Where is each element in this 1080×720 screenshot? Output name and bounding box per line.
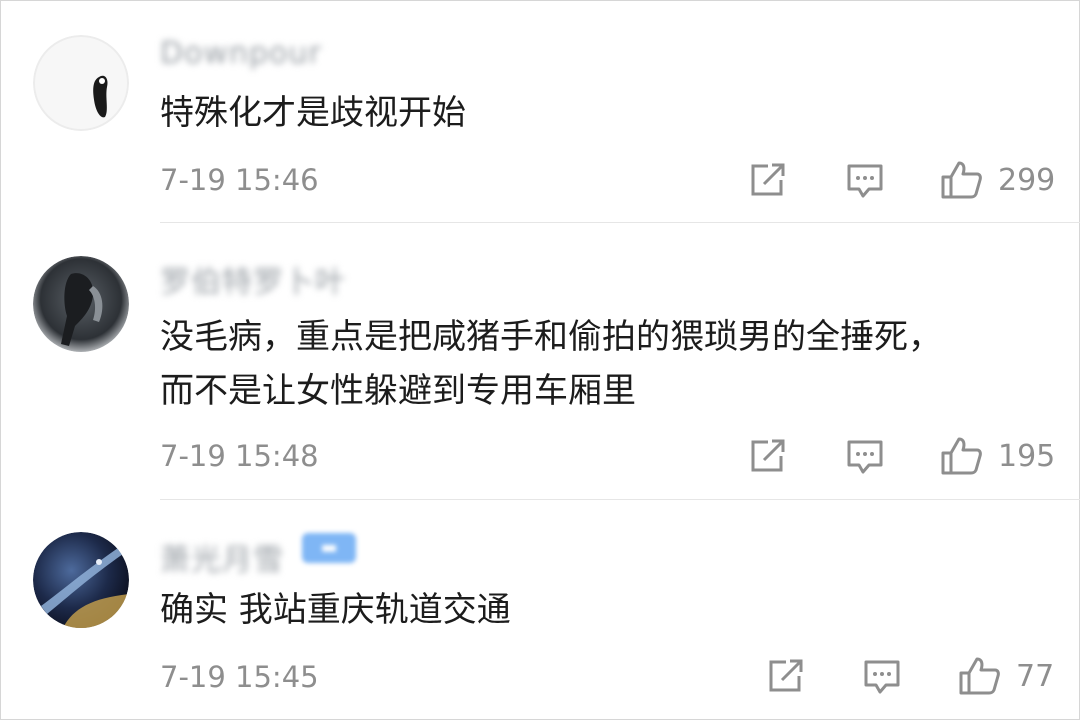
timestamp: 7-19 15:48 (160, 439, 319, 473)
comment-icon (847, 440, 883, 474)
vip-badge: ▬ (302, 533, 356, 563)
timestamp: 7-19 15:46 (160, 163, 319, 197)
comment-item: Downpour 特殊化才是歧视开始 7-19 15:46 299 (0, 0, 1080, 222)
username[interactable]: Downpour (160, 36, 322, 71)
comment-text: 特殊化才是歧视开始 (160, 86, 466, 140)
like-button[interactable]: 77 (958, 656, 1054, 696)
username[interactable]: 罗伯特罗卜叶 (160, 257, 346, 301)
like-count: 77 (1016, 658, 1055, 694)
username[interactable]: 萧光月雪 (160, 535, 284, 579)
share-icon (751, 163, 785, 196)
reply-button[interactable] (845, 162, 885, 200)
avatar[interactable] (33, 256, 129, 352)
comment-icon (847, 164, 883, 198)
comment-text-line: 没毛病，重点是把咸猪手和偷拍的猥琐男的全捶死， (160, 317, 942, 357)
like-button[interactable]: 195 (940, 436, 1055, 476)
like-count: 195 (998, 438, 1056, 474)
timestamp: 7-19 15:45 (160, 660, 319, 694)
comment-text-line: 确实 我站重庆轨道交通 (160, 590, 511, 630)
comment-icon (864, 660, 900, 694)
reply-button[interactable] (845, 438, 885, 476)
share-icon (769, 659, 803, 692)
comment-item: 萧光月雪 ▬ 确实 我站重庆轨道交通 7-19 15:45 77 (0, 500, 1080, 718)
like-button[interactable]: 299 (940, 160, 1055, 200)
comment-item: 罗伯特罗卜叶 没毛病，重点是把咸猪手和偷拍的猥琐男的全捶死， 而不是让女性躲避到… (0, 223, 1080, 499)
comment-text: 确实 我站重庆轨道交通 (160, 583, 511, 637)
comment-text-line: 特殊化才是歧视开始 (160, 93, 466, 133)
comment-text-line: 而不是让女性躲避到专用车厢里 (160, 371, 636, 411)
like-count: 299 (998, 162, 1056, 198)
thumbs-up-icon (941, 161, 982, 199)
reply-button[interactable] (862, 658, 902, 696)
share-icon (751, 439, 785, 472)
avatar[interactable] (33, 35, 129, 131)
share-button[interactable] (766, 658, 806, 694)
avatar[interactable] (33, 532, 129, 628)
thumbs-up-icon (941, 437, 982, 475)
thumbs-up-icon (959, 657, 1000, 695)
share-button[interactable] (748, 438, 788, 474)
share-button[interactable] (748, 162, 788, 198)
comment-text: 没毛病，重点是把咸猪手和偷拍的猥琐男的全捶死， 而不是让女性躲避到专用车厢里 (160, 310, 942, 418)
